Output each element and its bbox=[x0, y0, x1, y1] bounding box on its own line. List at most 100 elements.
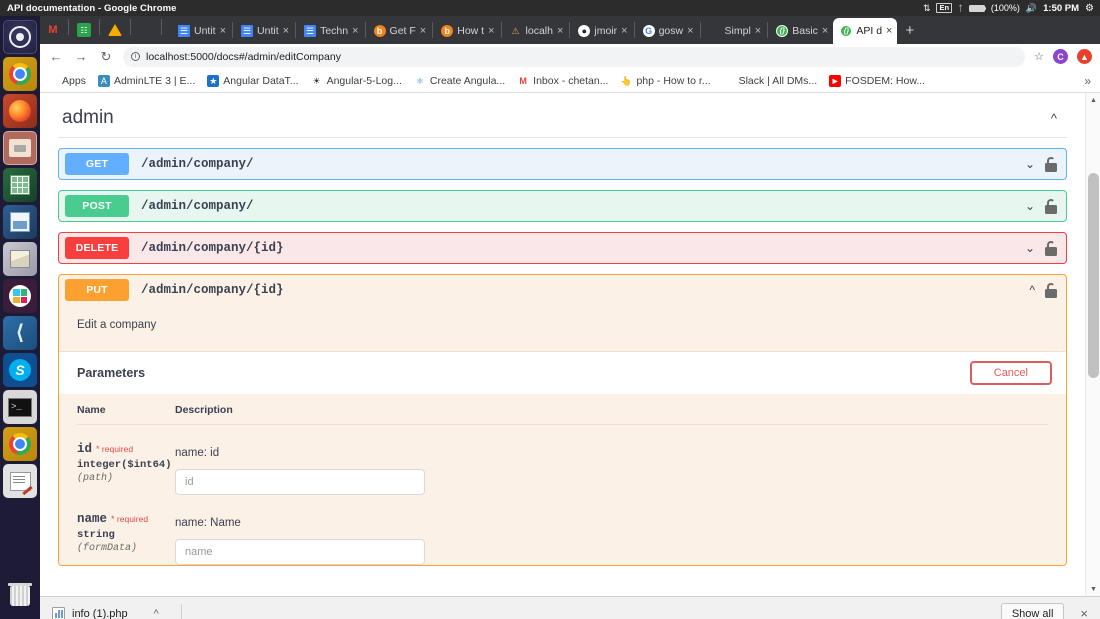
unlocked-padlock-icon[interactable] bbox=[1044, 199, 1058, 214]
close-icon[interactable]: × bbox=[352, 25, 358, 37]
unlocked-padlock-icon[interactable] bbox=[1044, 283, 1058, 298]
dock-item-chromium[interactable] bbox=[3, 427, 37, 461]
browser-tab[interactable]: b How t × bbox=[434, 18, 499, 44]
operation-delete-admin-company-id[interactable]: DELETE /admin/company/{id} ⌄ bbox=[58, 232, 1067, 264]
drive-icon[interactable] bbox=[108, 24, 122, 36]
messages-icon[interactable]: ☷ bbox=[77, 23, 91, 37]
clock[interactable]: 1:50 PM bbox=[1043, 3, 1079, 14]
volume-icon[interactable]: 🔊 bbox=[1026, 3, 1037, 14]
download-file-name: info (1).php bbox=[72, 608, 128, 619]
dock-item-firefox[interactable] bbox=[3, 94, 37, 128]
close-icon[interactable]: × bbox=[822, 25, 828, 37]
close-icon[interactable]: × bbox=[755, 25, 761, 37]
operation-put-admin-company-id[interactable]: PUT /admin/company/{id} ^ Edit a company… bbox=[58, 274, 1067, 566]
page-scrollbar[interactable]: ▲ ▼ bbox=[1085, 93, 1100, 596]
parameter-input-id[interactable]: id bbox=[175, 469, 425, 495]
dock-item-skype[interactable]: S bbox=[3, 353, 37, 387]
chevron-down-icon[interactable]: ⌄ bbox=[1016, 199, 1044, 213]
operation-summary[interactable]: PUT /admin/company/{id} ^ bbox=[59, 275, 1066, 305]
back-button[interactable]: ← bbox=[48, 49, 64, 64]
browser-tab[interactable]: ☰ Techn × bbox=[297, 18, 363, 44]
bookmark-item[interactable]: A AdminLTE 3 | E... bbox=[98, 75, 195, 87]
close-icon[interactable]: × bbox=[621, 25, 627, 37]
bluetooth-icon[interactable]: ᛏ bbox=[958, 4, 963, 13]
battery-icon[interactable] bbox=[969, 5, 985, 12]
scroll-up-icon[interactable]: ▲ bbox=[1086, 93, 1100, 107]
dock-item-virtualbox[interactable] bbox=[3, 242, 37, 276]
browser-tab[interactable]: ● jmoir × bbox=[571, 18, 632, 44]
bookmark-item[interactable]: ► FOSDEM: How... bbox=[829, 75, 925, 87]
gmail-icon[interactable]: M bbox=[46, 23, 60, 37]
scrollbar-thumb[interactable] bbox=[1088, 173, 1099, 378]
keyboard-language-indicator[interactable]: En bbox=[936, 3, 952, 13]
chevron-down-icon[interactable]: ⌄ bbox=[1016, 241, 1044, 255]
dock-item-slack[interactable] bbox=[3, 279, 37, 313]
network-up-down-icon[interactable]: ⇅ bbox=[923, 3, 931, 14]
new-tab-button[interactable]: + bbox=[897, 22, 922, 44]
bookmark-item[interactable]: ★ Angular DataT... bbox=[207, 75, 298, 87]
cancel-button[interactable]: Cancel bbox=[970, 361, 1052, 385]
operation-summary[interactable]: GET /admin/company/ ⌄ bbox=[59, 149, 1066, 179]
dock-item-vs-code[interactable]: ⟨ bbox=[3, 316, 37, 350]
operation-summary[interactable]: POST /admin/company/ ⌄ bbox=[59, 191, 1066, 221]
bookmark-item[interactable]: 👆 php - How to r... bbox=[620, 75, 710, 87]
dock-item-trash[interactable] bbox=[3, 579, 37, 613]
dock-item-text-editor[interactable] bbox=[3, 464, 37, 498]
bookmark-item[interactable]: M Inbox - chetan... bbox=[517, 75, 608, 87]
power-gear-icon[interactable]: ⚙ bbox=[1085, 3, 1094, 14]
address-bar[interactable]: i localhost:5000/docs#/admin/editCompany bbox=[123, 47, 1025, 67]
dock-item-terminal[interactable]: >_ bbox=[3, 390, 37, 424]
show-all-button[interactable]: Show all bbox=[1001, 603, 1065, 619]
browser-tab[interactable]: b Get F × bbox=[367, 18, 432, 44]
operation-body: Edit a company Parameters Cancel Name De… bbox=[59, 305, 1066, 565]
bookmarks-overflow-button[interactable]: » bbox=[1084, 74, 1094, 88]
chevron-up-icon[interactable]: ^ bbox=[1051, 111, 1063, 126]
browser-tab[interactable]: G gosw × bbox=[636, 18, 699, 44]
browser-tab[interactable]: {} Basic × bbox=[769, 18, 833, 44]
dock-item-google-chrome[interactable] bbox=[3, 57, 37, 91]
close-icon[interactable]: × bbox=[886, 25, 892, 37]
download-menu-chevron-up-icon[interactable]: ^ bbox=[154, 608, 159, 619]
chevron-up-icon[interactable]: ^ bbox=[1020, 283, 1044, 297]
dock-item-libreoffice-draw[interactable] bbox=[3, 205, 37, 239]
unlocked-padlock-icon[interactable] bbox=[1044, 157, 1058, 172]
chevron-down-icon[interactable]: ⌄ bbox=[1016, 157, 1044, 171]
dock-item-files[interactable] bbox=[3, 131, 37, 165]
operation-get-admin-company[interactable]: GET /admin/company/ ⌄ bbox=[58, 148, 1067, 180]
slack-icon[interactable] bbox=[139, 23, 153, 37]
forward-button[interactable]: → bbox=[73, 49, 89, 64]
close-icon[interactable]: × bbox=[283, 25, 289, 37]
browser-tab[interactable]: ⚠ localh × bbox=[503, 18, 569, 44]
close-icon[interactable]: × bbox=[557, 25, 563, 37]
tab-title: API d bbox=[856, 25, 882, 37]
tag-section-header[interactable]: admin ^ bbox=[58, 93, 1067, 138]
tab-title: Basic bbox=[792, 25, 818, 37]
reload-button[interactable]: ↻ bbox=[98, 49, 114, 65]
close-icon[interactable]: × bbox=[488, 25, 494, 37]
scroll-down-icon[interactable]: ▼ bbox=[1086, 582, 1100, 596]
dock-item-ubuntu-show-applications[interactable] bbox=[3, 20, 37, 54]
close-icon[interactable]: × bbox=[687, 25, 693, 37]
close-icon[interactable]: × bbox=[1072, 606, 1090, 619]
bookmark-item[interactable]: ☀ Angular-5-Log... bbox=[311, 75, 402, 87]
extension-icon[interactable]: ▲ bbox=[1077, 49, 1092, 64]
bookmark-apps[interactable]: Apps bbox=[46, 75, 86, 87]
browser-tab[interactable]: ☰ Untit × bbox=[171, 18, 231, 44]
download-item[interactable]: info (1).php bbox=[52, 607, 128, 619]
bookmark-item[interactable]: ⚛ Create Angula... bbox=[414, 75, 505, 87]
browser-tab[interactable]: Simpl × bbox=[702, 18, 767, 44]
dock-item-libreoffice-calc[interactable] bbox=[3, 168, 37, 202]
bookmark-item[interactable]: Slack | All DMs... bbox=[723, 75, 818, 87]
close-icon[interactable]: × bbox=[220, 25, 226, 37]
close-icon[interactable]: × bbox=[420, 25, 426, 37]
star-icon[interactable]: ☆ bbox=[1034, 50, 1044, 63]
operation-post-admin-company[interactable]: POST /admin/company/ ⌄ bbox=[58, 190, 1067, 222]
info-circle-icon[interactable]: i bbox=[131, 52, 140, 61]
avatar[interactable]: C bbox=[1053, 49, 1068, 64]
browser-tab[interactable]: ☰ Untit × bbox=[234, 18, 294, 44]
browser-tab-active[interactable]: {} API d × bbox=[833, 18, 897, 44]
parameter-input-name[interactable]: name bbox=[175, 539, 425, 565]
operation-summary[interactable]: DELETE /admin/company/{id} ⌄ bbox=[59, 233, 1066, 263]
system-tray[interactable]: ⇅ En ᛏ (100%) 🔊 1:50 PM ⚙ bbox=[923, 3, 1094, 14]
unlocked-padlock-icon[interactable] bbox=[1044, 241, 1058, 256]
